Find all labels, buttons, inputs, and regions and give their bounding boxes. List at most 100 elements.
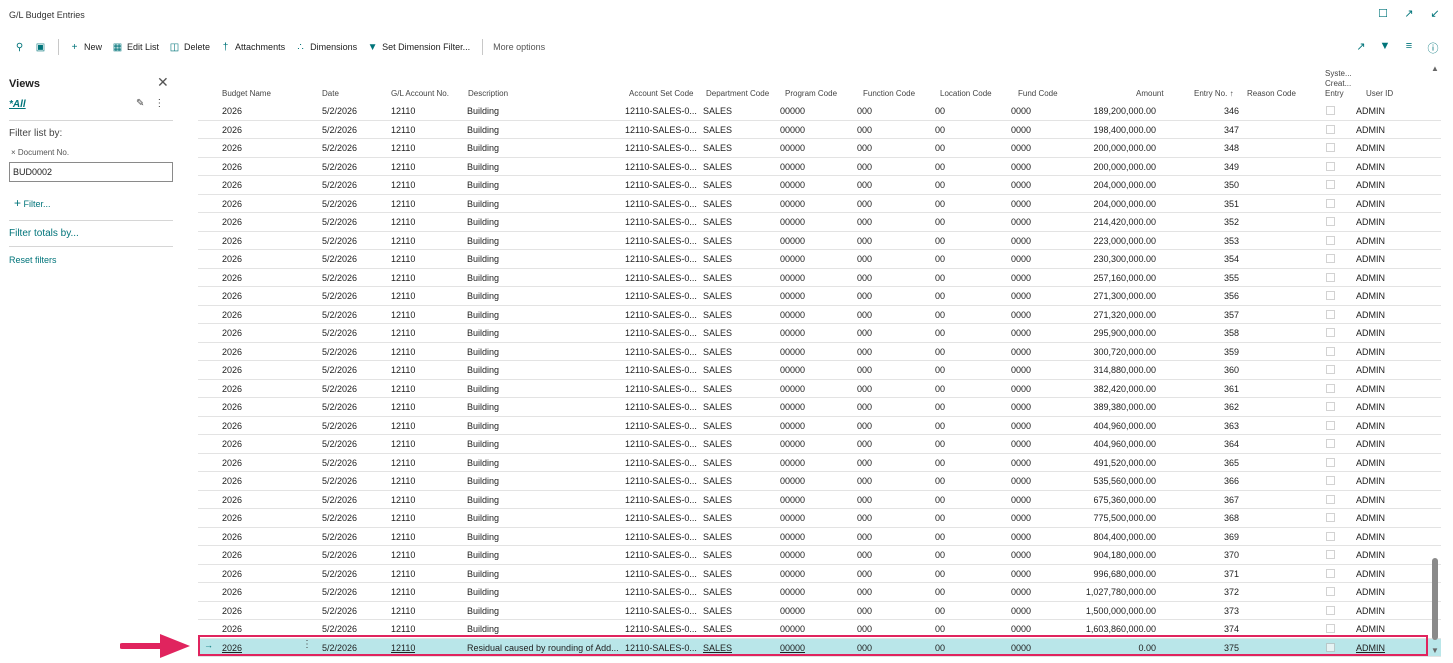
cell-fund: 0000 (1011, 420, 1032, 431)
document-no-filter-input[interactable] (9, 162, 173, 182)
table-row[interactable]: 2026 5/2/2026 12110 Building 12110-SALES-0..… (198, 232, 1441, 250)
table-row[interactable]: 2026 5/2/2026 12110 Building 12110-SALES-0..… (198, 158, 1441, 176)
remove-filter-icon[interactable]: × (11, 148, 16, 157)
cell-program: 00000 (780, 383, 806, 394)
filter-totals-link[interactable]: Filter totals by... (9, 228, 79, 239)
col-entry-no[interactable]: Entry No. ↑ (1194, 89, 1234, 98)
filter-pane-icon[interactable]: ▼ (1379, 40, 1391, 56)
cell-amount: 230,300,000.00 (1093, 254, 1156, 264)
scroll-down-icon[interactable]: ▼ (1431, 646, 1439, 655)
cell-fund: 0000 (1011, 180, 1032, 190)
table-row[interactable]: 2026 5/2/2026 12110 Building 12110-SALES-0..… (198, 546, 1441, 565)
col-system-created-1[interactable]: Syste... (1325, 69, 1352, 78)
cell-entry-no: 355 (1224, 272, 1240, 283)
dimensions-button[interactable]: ∴ Dimensions (295, 37, 357, 57)
col-location-code[interactable]: Location Code (940, 89, 992, 98)
table-row[interactable]: 2026 5/2/2026 12110 Building 12110-SALES-0..… (198, 195, 1441, 213)
cell-account: 12110 (391, 254, 416, 264)
col-account-set-code[interactable]: Account Set Code (629, 89, 693, 98)
table-row[interactable]: 2026 5/2/2026 12110 Building 12110-SALES-0..… (198, 176, 1441, 195)
delete-button[interactable]: ◫ Delete (169, 37, 210, 57)
collapse-icon[interactable]: ↙ (1429, 8, 1441, 20)
cell-function: 000 (857, 439, 873, 449)
cell-account-set: 12110-SALES-0... (625, 494, 697, 505)
reset-filters-link[interactable]: Reset filters (9, 255, 57, 265)
system-created-checkbox (1326, 161, 1335, 171)
selected-row-highlight (198, 635, 1428, 656)
table-row[interactable]: 2026 5/2/2026 12110 Building 12110-SALES-0..… (198, 343, 1441, 361)
col-fund-code[interactable]: Fund Code (1018, 89, 1058, 98)
cell-function: 000 (857, 457, 873, 468)
table-row[interactable]: 2026 5/2/2026 12110 Building 12110-SALES-0..… (198, 491, 1441, 509)
col-date[interactable]: Date (322, 89, 339, 98)
table-row[interactable]: 2026 5/2/2026 12110 Building 12110-SALES-0..… (198, 102, 1441, 121)
table-row[interactable]: 2026 5/2/2026 12110 Building 12110-SALES-0..… (198, 306, 1441, 324)
open-new-window-icon[interactable]: ↗ (1403, 8, 1415, 20)
table-row[interactable]: 2026 5/2/2026 12110 Building 12110-SALES-0..… (198, 213, 1441, 232)
cell-program: 00000 (780, 106, 806, 116)
cell-location: 00 (935, 383, 946, 394)
new-button[interactable]: + New (69, 37, 102, 57)
table-row[interactable]: 2026 5/2/2026 12110 Building 12110-SALES-0..… (198, 565, 1441, 583)
table-row[interactable]: 2026 5/2/2026 12110 Building 12110-SALES-0..… (198, 454, 1441, 472)
save-view-button[interactable]: ▣ (35, 37, 46, 57)
cell-user-id: ADMIN (1356, 605, 1385, 616)
more-icon[interactable]: ⋮ (154, 98, 164, 109)
attachments-button[interactable]: † Attachments (220, 37, 285, 57)
table-row[interactable]: 2026 5/2/2026 12110 Building 12110-SALES-0..… (198, 435, 1441, 454)
edit-view-icon[interactable]: ✎ (136, 98, 144, 109)
col-gl-account[interactable]: G/L Account No. (391, 89, 449, 98)
table-row[interactable]: 2026 5/2/2026 12110 Building 12110-SALES-0..… (198, 417, 1441, 435)
more-options-button[interactable]: More options (493, 37, 545, 57)
cell-description: Building (467, 346, 500, 357)
col-department-code[interactable]: Department Code (706, 89, 769, 98)
row-more-icon[interactable]: ⋮ (302, 639, 312, 650)
set-dimension-filter-button[interactable]: ▼ Set Dimension Filter... (367, 37, 470, 57)
scrollbar-thumb[interactable] (1432, 558, 1438, 640)
table-row[interactable]: 2026 5/2/2026 12110 Building 12110-SALES-0..… (198, 139, 1441, 158)
cell-account-set: 12110-SALES-0... (625, 272, 697, 283)
scroll-up-icon[interactable]: ▲ (1431, 64, 1439, 73)
cell-user-id: ADMIN (1356, 217, 1385, 227)
filter-list-label: Filter list by: (9, 128, 63, 139)
table-row[interactable]: 2026 5/2/2026 12110 Building 12110-SALES-0..… (198, 250, 1441, 269)
col-description[interactable]: Description (468, 89, 508, 98)
table-row[interactable]: 2026 5/2/2026 12110 Building 12110-SALES-0..… (198, 121, 1441, 139)
col-user-id[interactable]: User ID (1366, 89, 1393, 98)
filter-field-name[interactable]: × Document No. (11, 148, 69, 157)
col-reason-code[interactable]: Reason Code (1247, 89, 1296, 98)
col-program-code[interactable]: Program Code (785, 89, 837, 98)
cell-function: 000 (857, 383, 873, 394)
table-row[interactable]: 2026 5/2/2026 12110 Building 12110-SALES-0..… (198, 528, 1441, 546)
table-row[interactable]: 2026 5/2/2026 12110 Building 12110-SALES-0..… (198, 269, 1441, 287)
cell-budget: 2026 (222, 198, 243, 209)
filter-pane: Views ✕ *All ✎ ⋮ Filter list by: × Docum… (0, 62, 182, 663)
col-budget-name[interactable]: Budget Name (222, 89, 271, 98)
table-row[interactable]: 2026 5/2/2026 12110 Building 12110-SALES-0..… (198, 324, 1441, 343)
cell-account: 12110 (391, 605, 416, 616)
cell-user-id: ADMIN (1356, 309, 1385, 320)
view-all-link[interactable]: *All (9, 99, 26, 110)
col-amount[interactable]: Amount (1136, 89, 1164, 98)
col-function-code[interactable]: Function Code (863, 89, 915, 98)
close-icon[interactable]: ✕ (157, 74, 169, 91)
bookmark-icon[interactable]: ☐ (1377, 8, 1389, 20)
info-icon[interactable]: ⓘ (1427, 40, 1439, 56)
edit-list-button[interactable]: ▦ Edit List (112, 37, 159, 57)
table-row[interactable]: 2026 5/2/2026 12110 Building 12110-SALES-0..… (198, 583, 1441, 602)
set-dimension-filter-label: Set Dimension Filter... (382, 42, 471, 52)
share-icon[interactable]: ↗ (1355, 40, 1367, 56)
vertical-scrollbar[interactable]: ▲ ▼ (1430, 62, 1440, 660)
table-row[interactable]: 2026 5/2/2026 12110 Building 12110-SALES-0..… (198, 361, 1441, 380)
table-row[interactable]: 2026 5/2/2026 12110 Building 12110-SALES-0..… (198, 472, 1441, 491)
table-row[interactable]: 2026 5/2/2026 12110 Building 12110-SALES-0..… (198, 509, 1441, 528)
cell-account: 12110 (391, 531, 416, 542)
table-row[interactable]: 2026 5/2/2026 12110 Building 12110-SALES-0..… (198, 398, 1441, 417)
cell-date: 5/2/2026 (322, 291, 358, 301)
table-row[interactable]: 2026 5/2/2026 12110 Building 12110-SALES-0..… (198, 380, 1441, 398)
table-row[interactable]: 2026 5/2/2026 12110 Building 12110-SALES-0..… (198, 602, 1441, 620)
search-button[interactable]: ⚲ (14, 37, 25, 57)
table-row[interactable]: 2026 5/2/2026 12110 Building 12110-SALES-0..… (198, 287, 1441, 306)
list-view-icon[interactable]: ≡ (1403, 40, 1415, 56)
add-filter-button[interactable]: + Filter... (14, 196, 51, 210)
